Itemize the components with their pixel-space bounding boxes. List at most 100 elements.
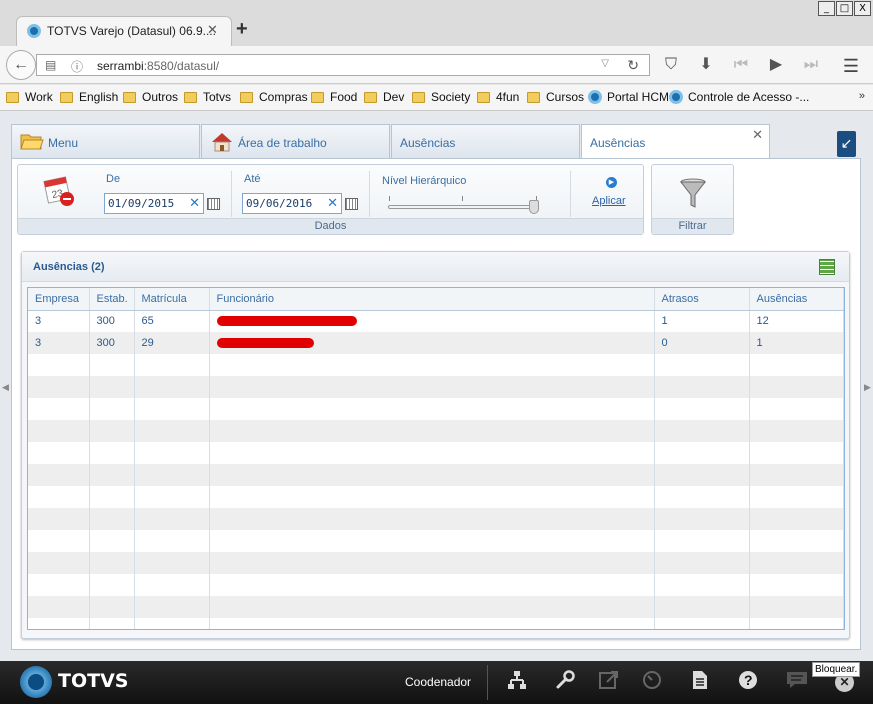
- col-ausencias[interactable]: Ausências: [749, 288, 844, 311]
- clock-icon[interactable]: [642, 670, 662, 696]
- close-window-button[interactable]: X: [854, 1, 871, 16]
- browser-navbar: ← ▤ ⓘ serrambi:8580/datasul/ ▽ ↻ ⛉ ⬇ ⏮ ▶…: [0, 46, 873, 84]
- bookmark-portal-hcm[interactable]: Portal HCM: [588, 90, 669, 104]
- back-button[interactable]: ←: [6, 50, 36, 80]
- panel-title: Ausências (2): [33, 261, 105, 273]
- tab-workspace[interactable]: Área de trabalho: [201, 124, 390, 159]
- from-label: De: [106, 173, 121, 185]
- redaction-mark: [216, 338, 314, 349]
- bookmark-work[interactable]: Work: [6, 90, 53, 104]
- funnel-icon: [679, 178, 707, 208]
- grid-options-icon[interactable]: [819, 259, 835, 275]
- window-controls: _ □ X: [818, 1, 871, 16]
- redaction-mark: [216, 316, 357, 327]
- wrench-icon[interactable]: [555, 670, 575, 696]
- clear-from-icon[interactable]: ✕: [189, 196, 200, 211]
- tab-absences-active[interactable]: Ausências ✕: [581, 124, 770, 160]
- absences-panel: Ausências (2) Empresa Estab. Matrícula F…: [21, 251, 850, 639]
- info-icon[interactable]: ⓘ: [71, 58, 83, 75]
- help-icon[interactable]: ?: [738, 670, 758, 696]
- to-calendar-icon[interactable]: [345, 198, 358, 210]
- url-text: serrambi:8580/datasul/: [97, 59, 220, 73]
- panel-header: Ausências (2): [22, 252, 849, 282]
- user-name[interactable]: Coodenador: [405, 675, 471, 689]
- chat-icon[interactable]: [786, 670, 808, 696]
- absences-table: Empresa Estab. Matrícula Funcionário Atr…: [27, 287, 845, 630]
- close-tab-icon[interactable]: ✕: [752, 127, 763, 143]
- pocket-icon[interactable]: ⛉: [660, 54, 682, 76]
- content-area: 23 De 01/09/2015 ✕ Até 09/06/2016 ✕ Níve…: [11, 158, 861, 650]
- slider-handle[interactable]: [529, 200, 539, 214]
- employee-name-cell: [209, 310, 655, 332]
- bookmark-society[interactable]: Society: [412, 90, 470, 104]
- url-dropdown-icon[interactable]: ▽: [601, 58, 609, 69]
- play-icon[interactable]: ▶: [765, 54, 787, 76]
- folder-icon: [311, 91, 324, 103]
- folder-icon: [240, 91, 253, 103]
- folder-icon: [477, 91, 490, 103]
- to-date-input[interactable]: 09/06/2016 ✕: [242, 193, 342, 214]
- hierarchy-level-label: Nível Hierárquico: [382, 175, 467, 187]
- empty-row: [28, 596, 844, 618]
- apply-link[interactable]: Aplicar: [592, 195, 626, 207]
- left-collapse-icon[interactable]: ◀: [2, 382, 9, 393]
- hamburger-menu-icon[interactable]: ☰: [843, 56, 859, 77]
- col-atrasos[interactable]: Atrasos: [654, 288, 750, 311]
- bookmark-4fun[interactable]: 4fun: [477, 90, 519, 104]
- col-estab[interactable]: Estab.: [89, 288, 135, 311]
- right-collapse-icon[interactable]: ▶: [864, 382, 871, 393]
- svg-text:?: ?: [744, 672, 753, 688]
- maximize-button[interactable]: □: [836, 1, 853, 16]
- empty-row: [28, 398, 844, 420]
- reload-icon[interactable]: ↻: [627, 57, 639, 74]
- table-row[interactable]: 3 300 29 0 1: [28, 332, 844, 354]
- lock-tooltip: Bloquear.: [812, 662, 861, 677]
- document-icon[interactable]: [691, 670, 709, 696]
- col-funcionario[interactable]: Funcionário: [209, 288, 655, 311]
- col-matricula[interactable]: Matrícula: [134, 288, 210, 311]
- clear-to-icon[interactable]: ✕: [327, 196, 338, 211]
- bookmark-totvs[interactable]: Totvs: [184, 90, 231, 104]
- bookmark-food[interactable]: Food: [311, 90, 357, 104]
- browser-tab[interactable]: TOTVS Varejo (Datasul) 06.9.... ✕: [16, 16, 232, 46]
- collapse-corner-icon[interactable]: ↙: [837, 131, 856, 157]
- empty-row: [28, 552, 844, 574]
- table-row[interactable]: 3 300 65 1 12: [28, 310, 844, 332]
- empty-row: [28, 376, 844, 398]
- apply-icon[interactable]: ▶: [606, 177, 617, 188]
- table-header-row: Empresa Estab. Matrícula Funcionário Atr…: [28, 288, 844, 311]
- bookmark-english[interactable]: English: [60, 90, 118, 104]
- bookmark-dev[interactable]: Dev: [364, 90, 404, 104]
- totvs-globe-icon: [669, 90, 683, 104]
- folder-icon: [184, 91, 197, 103]
- download-icon[interactable]: ⬇: [695, 54, 717, 76]
- skip-forward-icon[interactable]: ⏭: [800, 54, 822, 76]
- bookmark-controle-acesso[interactable]: Controle de Acesso -...: [669, 90, 809, 104]
- skip-back-icon[interactable]: ⏮: [730, 54, 752, 76]
- empty-row: [28, 508, 844, 530]
- totvs-globe-icon: [588, 90, 602, 104]
- hierarchy-level-slider[interactable]: [388, 196, 539, 214]
- from-calendar-icon[interactable]: [207, 198, 220, 210]
- external-link-icon[interactable]: [599, 670, 619, 696]
- more-bookmarks-icon[interactable]: »: [859, 90, 865, 102]
- tab-absences[interactable]: Ausências: [391, 124, 580, 159]
- from-date-input[interactable]: 01/09/2015 ✕: [104, 193, 204, 214]
- new-tab-button[interactable]: +: [236, 18, 248, 41]
- col-empresa[interactable]: Empresa: [28, 288, 90, 311]
- folder-icon: [123, 91, 136, 103]
- close-tab-icon[interactable]: ✕: [207, 22, 218, 38]
- bookmark-outros[interactable]: Outros: [123, 90, 178, 104]
- employee-name-cell: [209, 332, 655, 354]
- tab-menu[interactable]: Menu: [11, 124, 200, 159]
- bookmark-compras[interactable]: Compras: [240, 90, 308, 104]
- to-label: Até: [244, 173, 261, 185]
- url-bar[interactable]: ▤ ⓘ serrambi:8580/datasul/ ▽ ↻: [36, 54, 650, 76]
- bookmark-cursos[interactable]: Cursos: [527, 90, 584, 104]
- filter-button[interactable]: Filtrar: [651, 164, 734, 235]
- org-chart-icon[interactable]: [507, 670, 527, 696]
- minimize-button[interactable]: _: [818, 1, 835, 16]
- empty-row: [28, 574, 844, 596]
- bookmarks-bar: Work English Outros Totvs Compras Food D…: [0, 85, 873, 111]
- empty-row: [28, 530, 844, 552]
